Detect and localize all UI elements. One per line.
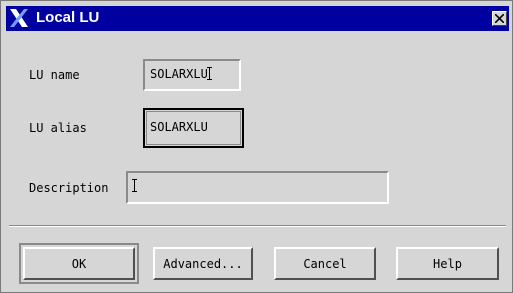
help-button[interactable]: Help <box>396 247 499 280</box>
close-button[interactable] <box>492 11 507 26</box>
description-field[interactable] <box>126 171 389 204</box>
separator <box>9 225 506 227</box>
lu-name-field[interactable]: SOLARXLU <box>143 59 241 91</box>
ok-button[interactable]: OK <box>19 243 139 284</box>
description-label: Description <box>29 181 109 195</box>
advanced-button[interactable]: Advanced... <box>153 247 253 280</box>
lu-alias-label: LU alias <box>29 121 87 135</box>
lu-alias-field[interactable]: SOLARXLU <box>143 108 244 148</box>
window-title: Local LU <box>36 9 100 26</box>
local-lu-dialog: Local LU LU name SOLARXLU LU alias SOLAR… <box>0 0 513 293</box>
lu-alias-value: SOLARXLU <box>150 120 208 134</box>
lu-name-label: LU name <box>29 68 80 82</box>
x-logo-icon <box>9 8 29 28</box>
title-bar[interactable]: Local LU <box>6 6 509 31</box>
cancel-button[interactable]: Cancel <box>274 247 376 280</box>
lu-name-value: SOLARXLU <box>150 67 208 81</box>
text-cursor <box>132 179 138 192</box>
close-icon <box>495 14 504 23</box>
text-cursor <box>206 67 213 80</box>
